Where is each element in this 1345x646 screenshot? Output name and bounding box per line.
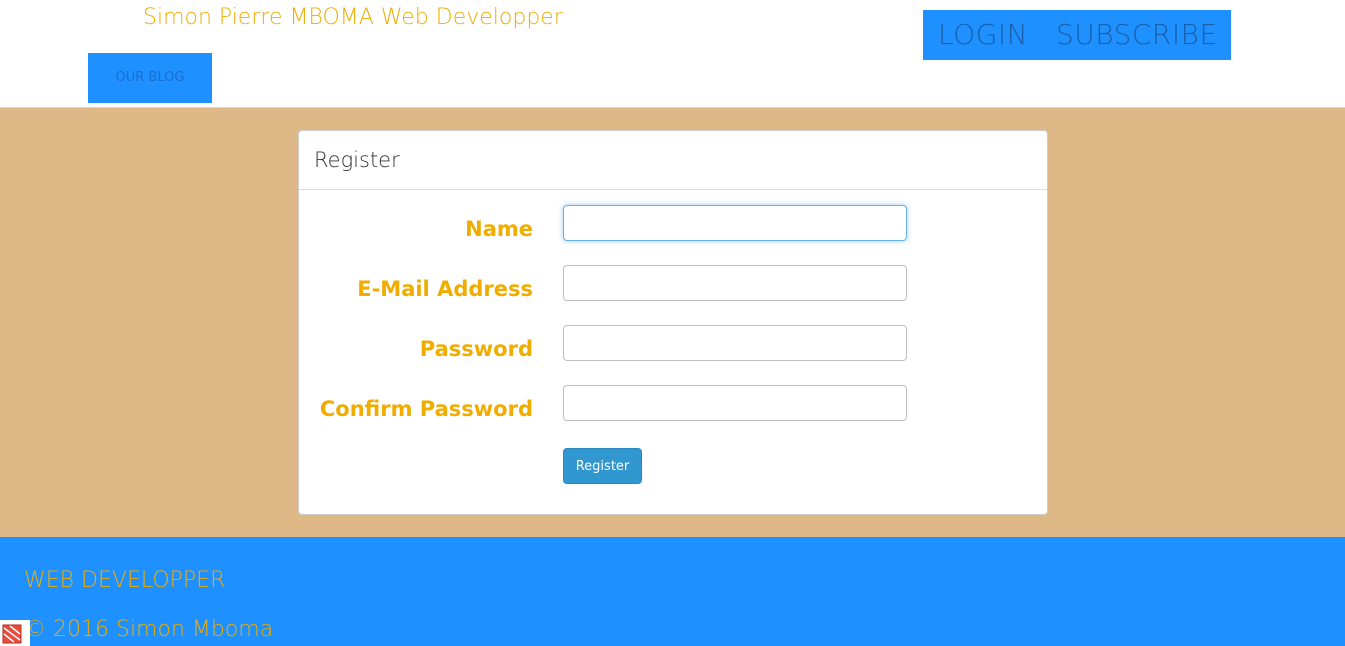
password-label: Password xyxy=(419,337,533,361)
login-link[interactable]: LOGIN xyxy=(938,18,1028,51)
register-button[interactable]: Register xyxy=(563,448,642,484)
confirm-password-input[interactable] xyxy=(563,385,907,421)
main-content: Register Name E-Mail Address Password Co… xyxy=(0,108,1345,537)
email-label: E-Mail Address xyxy=(357,277,533,301)
auth-nav: LOGIN SUBSCRIBE xyxy=(923,10,1231,60)
name-input[interactable] xyxy=(563,205,907,241)
email-input[interactable] xyxy=(563,265,907,301)
name-label: Name xyxy=(465,217,533,241)
password-input[interactable] xyxy=(563,325,907,361)
subscribe-link[interactable]: SUBSCRIBE xyxy=(1056,18,1218,51)
footer-title: WEB DEVELOPPER xyxy=(24,568,226,593)
confirm-password-label: Confirm Password xyxy=(319,397,533,421)
our-blog-button[interactable]: OUR BLOG xyxy=(88,53,212,103)
register-panel: Register Name E-Mail Address Password Co… xyxy=(298,130,1048,515)
broken-image-icon xyxy=(0,620,30,646)
site-brand[interactable]: Simon Pierre MBOMA Web Developper xyxy=(143,5,563,30)
site-footer: WEB DEVELOPPER © 2016 Simon Mboma xyxy=(0,537,1345,646)
footer-copyright: © 2016 Simon Mboma xyxy=(24,617,274,642)
panel-title: Register xyxy=(299,131,1047,190)
site-header: Simon Pierre MBOMA Web Developper LOGIN … xyxy=(0,0,1345,108)
